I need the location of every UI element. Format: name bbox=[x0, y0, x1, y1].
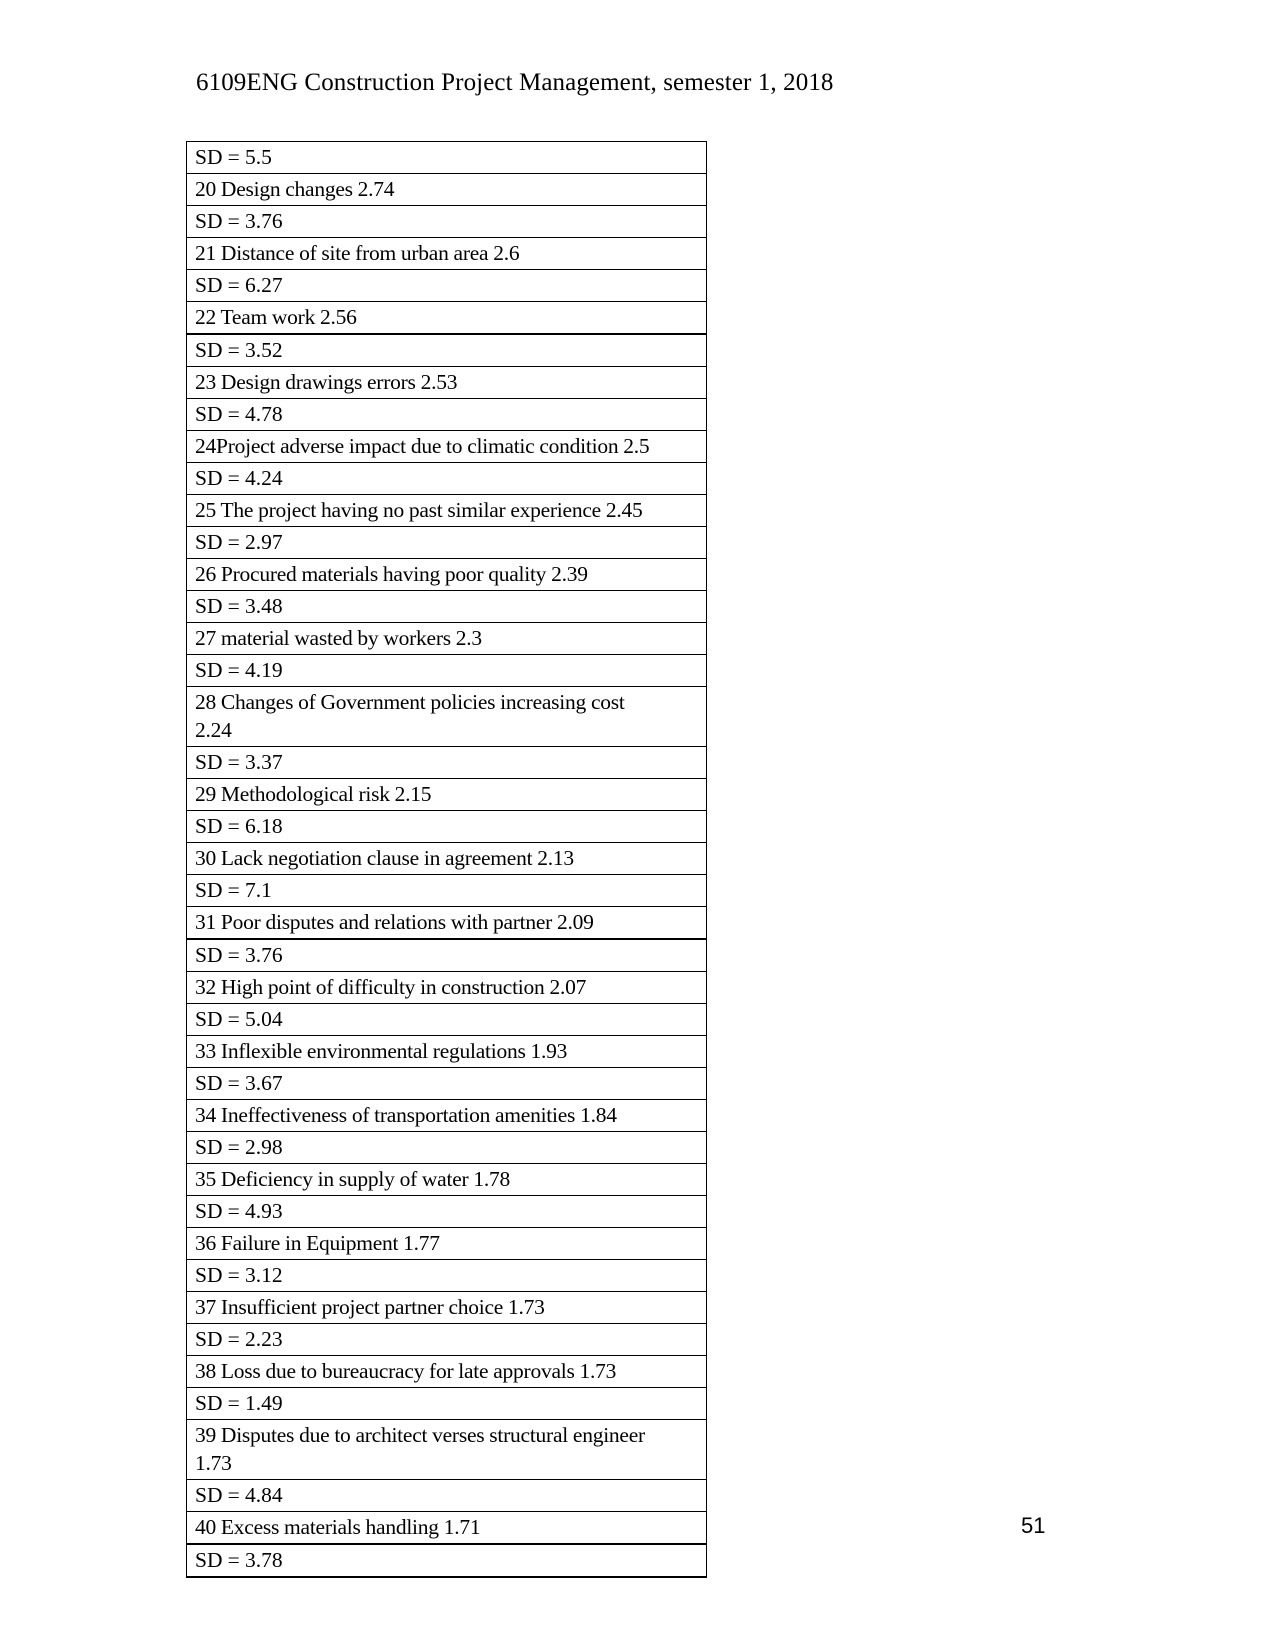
table-row: SD = 4.93 bbox=[186, 1195, 707, 1228]
sd-value-cell: SD = 4.93 bbox=[186, 1195, 707, 1228]
table-row: 20 Design changes 2.74 bbox=[186, 173, 707, 206]
sd-value-cell: SD = 1.49 bbox=[186, 1387, 707, 1420]
sd-value-cell: SD = 3.76 bbox=[186, 938, 707, 972]
risk-factor-cell: 20 Design changes 2.74 bbox=[186, 173, 707, 206]
sd-value-cell: SD = 3.78 bbox=[186, 1543, 707, 1578]
sd-value-cell: SD = 4.78 bbox=[186, 398, 707, 431]
risk-factor-cell: 23 Design drawings errors 2.53 bbox=[186, 366, 707, 399]
risk-factor-cell: 22 Team work 2.56 bbox=[186, 301, 707, 335]
table-row: 27 material wasted by workers 2.3 bbox=[186, 622, 707, 655]
table-row: 23 Design drawings errors 2.53 bbox=[186, 366, 707, 399]
table-row: SD = 3.78 bbox=[186, 1543, 707, 1578]
risk-factor-cell: 33 Inflexible environmental regulations … bbox=[186, 1035, 707, 1068]
risk-factor-cell: 31 Poor disputes and relations with part… bbox=[186, 906, 707, 940]
risk-table-container: SD = 5.5 20 Design changes 2.74 SD = 3.76 2… bbox=[186, 141, 707, 1578]
sd-value-cell: SD = 3.37 bbox=[186, 746, 707, 779]
table-row: 37 Insufficient project partner choice 1… bbox=[186, 1291, 707, 1324]
risk-factor-cell: 28 Changes of Government policies increa… bbox=[186, 686, 707, 747]
risk-factor-cell: 32 High point of difficulty in construct… bbox=[186, 971, 707, 1004]
risk-table-body: SD = 5.5 20 Design changes 2.74 SD = 3.76 2… bbox=[186, 141, 707, 1578]
table-row: SD = 3.12 bbox=[186, 1259, 707, 1292]
risk-factor-cell: 30 Lack negotiation clause in agreement … bbox=[186, 842, 707, 875]
table-row: SD = 3.76 bbox=[186, 938, 707, 972]
table-row: 40 Excess materials handling 1.71 bbox=[186, 1511, 707, 1545]
risk-factor-cell: 29 Methodological risk 2.15 bbox=[186, 778, 707, 811]
sd-value-cell: SD = 2.97 bbox=[186, 526, 707, 559]
risk-factor-cell: 34 Ineffectiveness of transportation ame… bbox=[186, 1099, 707, 1132]
risk-factor-cell: 25 The project having no past similar ex… bbox=[186, 494, 707, 527]
risk-factor-cell: 26 Procured materials having poor qualit… bbox=[186, 558, 707, 591]
sd-value-cell: SD = 3.76 bbox=[186, 205, 707, 238]
table-row: SD = 3.52 bbox=[186, 333, 707, 367]
sd-value-cell: SD = 4.24 bbox=[186, 462, 707, 495]
risk-factor-cell: 27 material wasted by workers 2.3 bbox=[186, 622, 707, 655]
sd-value-cell: SD = 3.48 bbox=[186, 590, 707, 623]
table-row: 39 Disputes due to architect verses stru… bbox=[186, 1419, 707, 1480]
table-row: 28 Changes of Government policies increa… bbox=[186, 686, 707, 747]
table-row: 26 Procured materials having poor qualit… bbox=[186, 558, 707, 591]
sd-value-cell: SD = 3.52 bbox=[186, 333, 707, 367]
table-row: 30 Lack negotiation clause in agreement … bbox=[186, 842, 707, 875]
risk-factor-cell: 37 Insufficient project partner choice 1… bbox=[186, 1291, 707, 1324]
page-header-title: 6109ENG Construction Project Management,… bbox=[196, 69, 834, 96]
table-row: 25 The project having no past similar ex… bbox=[186, 494, 707, 527]
table-row: SD = 4.84 bbox=[186, 1479, 707, 1512]
risk-factor-cell: 38 Loss due to bureaucracy for late appr… bbox=[186, 1355, 707, 1388]
table-row: SD = 4.19 bbox=[186, 654, 707, 687]
table-row: SD = 2.97 bbox=[186, 526, 707, 559]
risk-factor-cell: 39 Disputes due to architect verses stru… bbox=[186, 1419, 707, 1480]
table-row: 31 Poor disputes and relations with part… bbox=[186, 906, 707, 940]
sd-value-cell: SD = 6.27 bbox=[186, 269, 707, 302]
table-row: SD = 5.5 bbox=[186, 141, 707, 174]
sd-value-cell: SD = 2.23 bbox=[186, 1323, 707, 1356]
table-row: SD = 3.48 bbox=[186, 590, 707, 623]
risk-ranking-table: SD = 5.5 20 Design changes 2.74 SD = 3.76 2… bbox=[186, 141, 707, 1578]
sd-value-cell: SD = 5.04 bbox=[186, 1003, 707, 1036]
table-row: SD = 6.18 bbox=[186, 810, 707, 843]
sd-value-cell: SD = 6.18 bbox=[186, 810, 707, 843]
risk-factor-cell: 24Project adverse impact due to climatic… bbox=[186, 430, 707, 463]
table-row: SD = 4.24 bbox=[186, 462, 707, 495]
sd-value-cell: SD = 3.12 bbox=[186, 1259, 707, 1292]
risk-factor-cell: 21 Distance of site from urban area 2.6 bbox=[186, 237, 707, 270]
table-row: SD = 7.1 bbox=[186, 874, 707, 907]
sd-value-cell: SD = 3.67 bbox=[186, 1067, 707, 1100]
table-row: 33 Inflexible environmental regulations … bbox=[186, 1035, 707, 1068]
table-row: 24Project adverse impact due to climatic… bbox=[186, 430, 707, 463]
table-row: 29 Methodological risk 2.15 bbox=[186, 778, 707, 811]
table-row: 34 Ineffectiveness of transportation ame… bbox=[186, 1099, 707, 1132]
table-row: SD = 4.78 bbox=[186, 398, 707, 431]
table-row: 38 Loss due to bureaucracy for late appr… bbox=[186, 1355, 707, 1388]
table-row: 21 Distance of site from urban area 2.6 bbox=[186, 237, 707, 270]
table-row: SD = 3.67 bbox=[186, 1067, 707, 1100]
sd-value-cell: SD = 4.84 bbox=[186, 1479, 707, 1512]
table-row: 35 Deficiency in supply of water 1.78 bbox=[186, 1163, 707, 1196]
table-row: SD = 6.27 bbox=[186, 269, 707, 302]
table-row: SD = 2.98 bbox=[186, 1131, 707, 1164]
table-row: SD = 1.49 bbox=[186, 1387, 707, 1420]
table-row: 36 Failure in Equipment 1.77 bbox=[186, 1227, 707, 1260]
sd-value-cell: SD = 4.19 bbox=[186, 654, 707, 687]
page-number: 51 bbox=[1021, 1513, 1046, 1538]
risk-factor-cell: 36 Failure in Equipment 1.77 bbox=[186, 1227, 707, 1260]
sd-value-cell: SD = 2.98 bbox=[186, 1131, 707, 1164]
table-row: SD = 2.23 bbox=[186, 1323, 707, 1356]
table-row: SD = 3.37 bbox=[186, 746, 707, 779]
table-row: 32 High point of difficulty in construct… bbox=[186, 971, 707, 1004]
risk-factor-cell: 40 Excess materials handling 1.71 bbox=[186, 1511, 707, 1545]
sd-value-cell: SD = 5.5 bbox=[186, 141, 707, 174]
risk-factor-cell: 35 Deficiency in supply of water 1.78 bbox=[186, 1163, 707, 1196]
table-row: SD = 5.04 bbox=[186, 1003, 707, 1036]
table-row: SD = 3.76 bbox=[186, 205, 707, 238]
table-row: 22 Team work 2.56 bbox=[186, 301, 707, 335]
sd-value-cell: SD = 7.1 bbox=[186, 874, 707, 907]
